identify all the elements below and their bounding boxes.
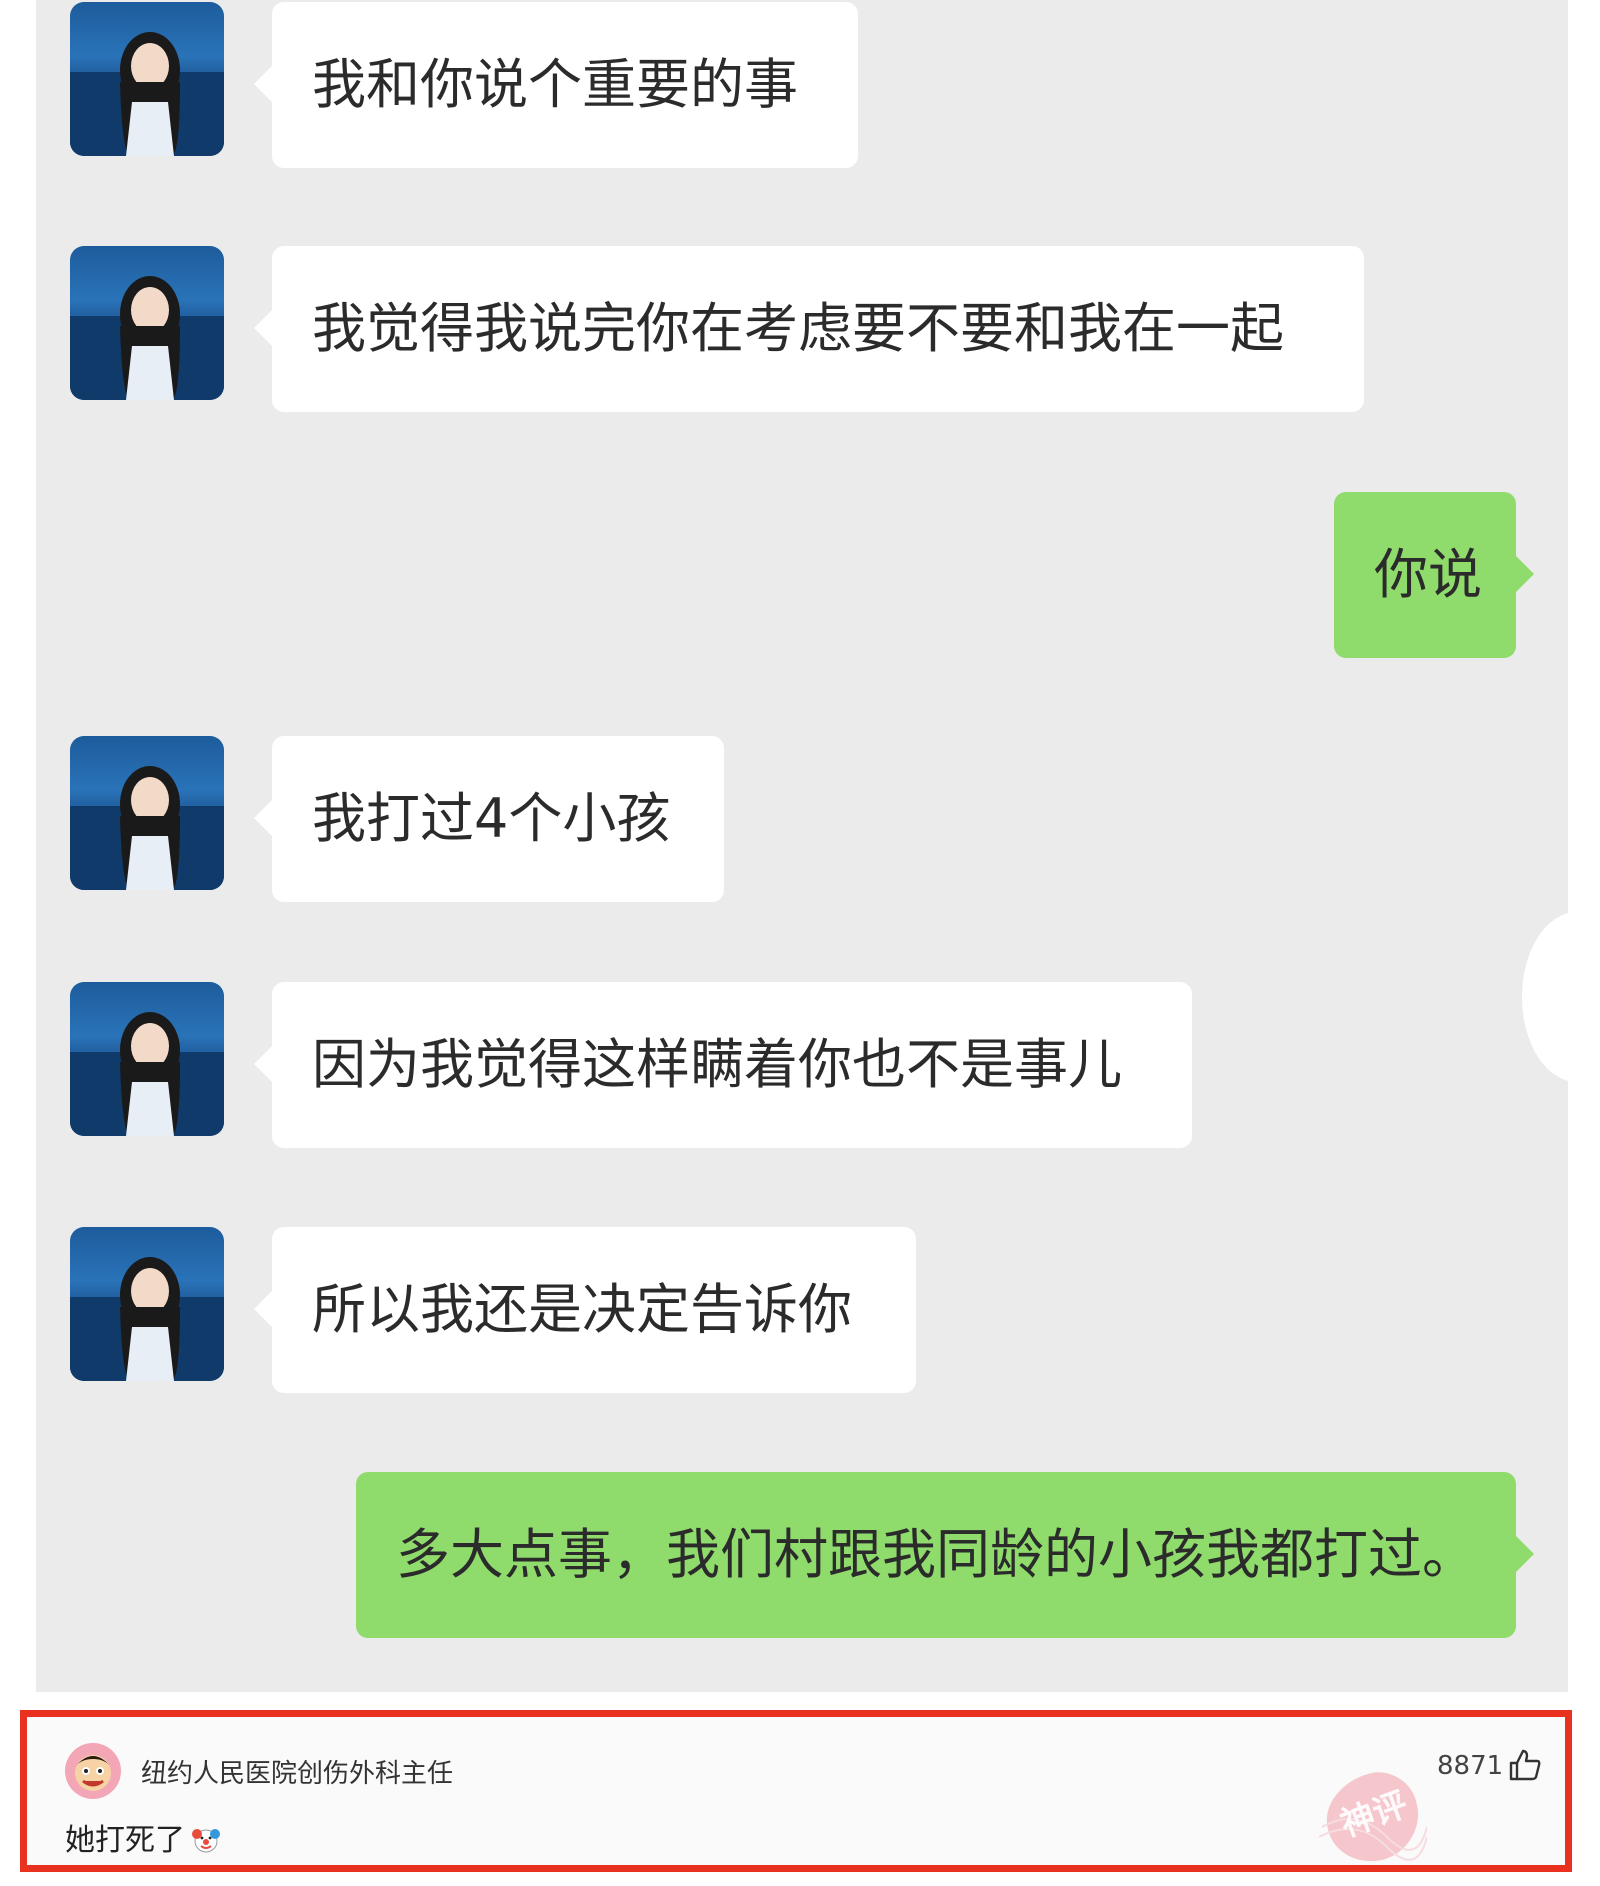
commenter-avatar[interactable] xyxy=(65,1743,121,1799)
message-row-outgoing: 多大点事，我们村跟我同龄的小孩我都打过。 xyxy=(36,1470,1568,1640)
clown-face-icon xyxy=(192,1829,220,1853)
message-bubble[interactable]: 我和你说个重要的事 xyxy=(254,2,858,168)
contact-avatar[interactable] xyxy=(70,736,224,890)
message-bubble[interactable]: 所以我还是决定告诉你 xyxy=(254,1227,916,1393)
message-row-incoming: 所以我还是决定告诉你 xyxy=(36,1225,1568,1395)
contact-avatar[interactable] xyxy=(70,1227,224,1381)
contact-avatar[interactable] xyxy=(70,982,224,1136)
contact-avatar[interactable] xyxy=(70,2,224,156)
message-row-outgoing: 你说 xyxy=(36,490,1568,660)
chat-area: 我和你说个重要的事 我觉得我说完你在考虑要不要和我在一起 你说 我打过4个小孩 … xyxy=(36,0,1568,1692)
message-bubble[interactable]: 因为我觉得这样瞒着你也不是事儿 xyxy=(254,982,1192,1148)
message-bubble[interactable]: 我觉得我说完你在考虑要不要和我在一起 xyxy=(254,246,1364,412)
comment-text: 她打死了 xyxy=(65,1815,221,1859)
commenter-username[interactable]: 纽约人民医院创伤外科主任 xyxy=(141,1753,453,1790)
like-count: 8871 xyxy=(1437,1751,1504,1781)
highlighted-comment: 纽约人民医院创伤外科主任 她打死了 8871 神评 xyxy=(20,1710,1572,1872)
message-bubble[interactable]: 你说 xyxy=(1334,492,1534,658)
thumbs-up-icon[interactable] xyxy=(1507,1747,1543,1783)
message-bubble[interactable]: 多大点事，我们村跟我同龄的小孩我都打过。 xyxy=(356,1472,1534,1638)
message-row-incoming: 我和你说个重要的事 xyxy=(36,0,1568,170)
contact-avatar[interactable] xyxy=(70,246,224,400)
message-row-incoming: 我觉得我说完你在考虑要不要和我在一起 xyxy=(36,244,1568,414)
message-bubble[interactable]: 我打过4个小孩 xyxy=(254,736,724,902)
message-row-incoming: 因为我觉得这样瞒着你也不是事儿 xyxy=(36,980,1568,1150)
comment-text-content: 她打死了 xyxy=(65,1823,185,1858)
message-row-incoming: 我打过4个小孩 xyxy=(36,734,1568,904)
